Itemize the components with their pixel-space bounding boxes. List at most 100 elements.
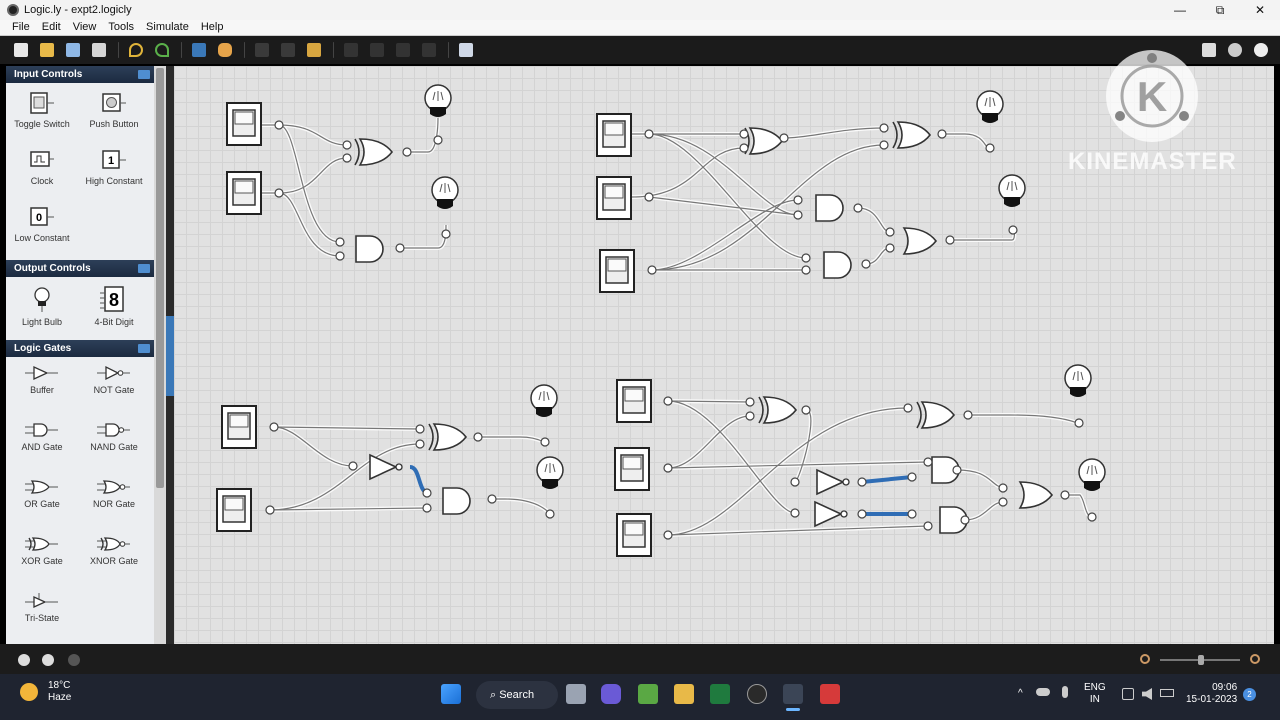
- chat-icon[interactable]: [601, 684, 621, 704]
- palette-low-constant[interactable]: 0 Low Constant: [6, 201, 78, 258]
- notification-badge[interactable]: 2: [1243, 688, 1256, 701]
- palette-toggle-switch[interactable]: Toggle Switch: [6, 87, 78, 144]
- recorder-icon[interactable]: [820, 684, 840, 704]
- palette-xnor-gate[interactable]: XNOR Gate: [78, 532, 150, 589]
- section-logic-gates[interactable]: Logic Gates: [6, 340, 154, 357]
- palette-buffer[interactable]: Buffer: [6, 361, 78, 418]
- collapse-icon[interactable]: [138, 264, 150, 273]
- paste-icon[interactable]: [307, 43, 321, 57]
- toggle-switch[interactable]: [216, 488, 252, 532]
- toggle-switch[interactable]: [221, 405, 257, 449]
- rotate-icon[interactable]: [344, 43, 358, 57]
- palette-nor-gate[interactable]: NOR Gate: [78, 475, 150, 532]
- not-gate[interactable]: [369, 454, 403, 480]
- zoom-out-icon[interactable]: [1140, 654, 1150, 664]
- and-gate[interactable]: [442, 487, 471, 515]
- toggle-switch[interactable]: [226, 102, 262, 146]
- palette-tri-state[interactable]: Tri-State: [6, 589, 78, 644]
- not-gate[interactable]: [814, 501, 848, 527]
- toggle-switch[interactable]: [616, 513, 652, 557]
- help-icon[interactable]: [1254, 43, 1268, 57]
- maximize-button[interactable]: ⧉: [1200, 0, 1240, 20]
- palette-xor-gate[interactable]: XOR Gate: [6, 532, 78, 589]
- taskbar-search[interactable]: ⌕ Search: [476, 681, 558, 709]
- file-explorer-icon[interactable]: [674, 684, 694, 704]
- language-indicator[interactable]: ENG IN: [1084, 682, 1106, 706]
- grid-icon[interactable]: [459, 43, 473, 57]
- open-folder-icon[interactable]: [40, 43, 54, 57]
- palette-high-constant[interactable]: 1 High Constant: [78, 144, 150, 201]
- app-icon-taskbar[interactable]: [747, 684, 767, 704]
- palette-not-gate[interactable]: NOT Gate: [78, 361, 150, 418]
- chevron-up-icon[interactable]: ^: [1018, 688, 1023, 700]
- toggle-switch[interactable]: [596, 113, 632, 157]
- undo-icon[interactable]: [129, 43, 143, 57]
- and-gate[interactable]: [355, 235, 384, 263]
- battery-icon[interactable]: [1160, 689, 1174, 697]
- step-simulation-icon[interactable]: [68, 654, 80, 666]
- xor-gate[interactable]: [892, 121, 931, 149]
- collapse-icon[interactable]: [138, 70, 150, 79]
- toggle-switch[interactable]: [616, 379, 652, 423]
- redo-icon[interactable]: [155, 43, 169, 57]
- splitter-grip[interactable]: [166, 316, 174, 396]
- print-icon[interactable]: [92, 43, 106, 57]
- or-gate[interactable]: [903, 227, 937, 255]
- palette-clock[interactable]: Clock: [6, 144, 78, 201]
- microphone-icon[interactable]: [1062, 686, 1068, 698]
- toggle-switch[interactable]: [226, 171, 262, 215]
- zoom-in-icon[interactable]: [1250, 654, 1260, 664]
- pause-simulation-icon[interactable]: [42, 654, 54, 666]
- minecraft-icon[interactable]: [638, 684, 658, 704]
- zoom-slider-thumb[interactable]: [1198, 655, 1204, 665]
- xor-gate[interactable]: [354, 138, 393, 166]
- palette-nand-gate[interactable]: NAND Gate: [78, 418, 150, 475]
- xor-gate[interactable]: [744, 127, 783, 155]
- or-gate[interactable]: [1019, 481, 1053, 509]
- palette-4-bit-digit[interactable]: 8 4-Bit Digit: [78, 281, 150, 338]
- menu-simulate[interactable]: Simulate: [146, 20, 189, 35]
- collapse-icon[interactable]: [138, 344, 150, 353]
- section-input-controls[interactable]: Input Controls: [6, 66, 154, 83]
- delete-icon[interactable]: [396, 43, 410, 57]
- palette-scrollbar[interactable]: [154, 66, 166, 644]
- start-windows-icon[interactable]: [441, 684, 461, 704]
- palette-and-gate[interactable]: AND Gate: [6, 418, 78, 475]
- minimize-button[interactable]: —: [1160, 0, 1200, 20]
- task-view-icon[interactable]: [566, 684, 586, 704]
- stop-simulation-icon[interactable]: [18, 654, 30, 666]
- cut-icon[interactable]: [255, 43, 269, 57]
- menu-help[interactable]: Help: [201, 20, 224, 35]
- label-icon[interactable]: [422, 43, 436, 57]
- pan-hand-icon[interactable]: [218, 43, 232, 57]
- xor-gate[interactable]: [428, 423, 467, 451]
- toggle-switch[interactable]: [599, 249, 635, 293]
- flip-icon[interactable]: [370, 43, 384, 57]
- palette-push-button[interactable]: Push Button: [78, 87, 150, 144]
- logicly-taskbar-icon[interactable]: [783, 684, 803, 704]
- palette-light-bulb[interactable]: Light Bulb: [6, 281, 78, 338]
- new-file-icon[interactable]: [14, 43, 28, 57]
- palette-or-gate[interactable]: OR Gate: [6, 475, 78, 532]
- onedrive-icon[interactable]: [1036, 688, 1050, 696]
- menu-edit[interactable]: Edit: [42, 20, 61, 35]
- menu-tools[interactable]: Tools: [108, 20, 134, 35]
- xor-gate[interactable]: [758, 396, 797, 424]
- section-output-controls[interactable]: Output Controls: [6, 260, 154, 277]
- save-icon[interactable]: [66, 43, 80, 57]
- menu-view[interactable]: View: [73, 20, 97, 35]
- panel-splitter[interactable]: [166, 66, 174, 644]
- menu-file[interactable]: File: [12, 20, 30, 35]
- excel-icon[interactable]: [710, 684, 730, 704]
- not-gate[interactable]: [816, 469, 850, 495]
- close-button[interactable]: ✕: [1240, 0, 1280, 20]
- and-gate[interactable]: [815, 194, 844, 222]
- network-icon[interactable]: [1122, 688, 1134, 700]
- scrollbar-thumb[interactable]: [156, 68, 164, 488]
- copy-icon[interactable]: [281, 43, 295, 57]
- clock[interactable]: 09:06 15-01-2023: [1186, 682, 1237, 706]
- and-gate[interactable]: [823, 251, 852, 279]
- weather-widget[interactable]: 18°C Haze: [20, 680, 71, 704]
- toggle-switch[interactable]: [614, 447, 650, 491]
- select-pointer-icon[interactable]: [192, 43, 206, 57]
